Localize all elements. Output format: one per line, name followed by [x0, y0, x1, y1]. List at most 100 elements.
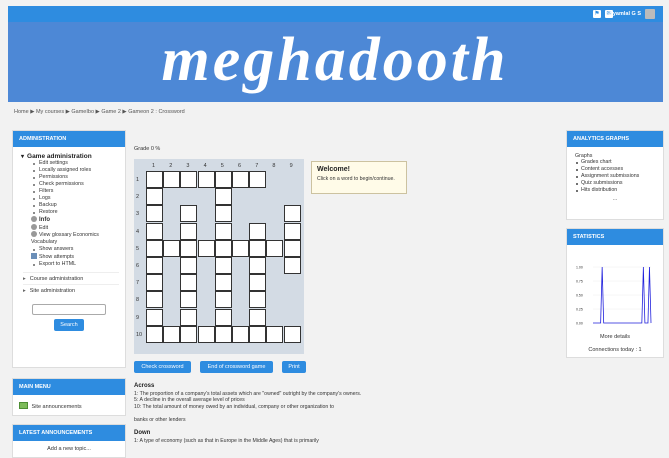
crossword-cell[interactable]	[163, 325, 181, 343]
add-topic-link[interactable]: Add a new topic...	[13, 441, 125, 452]
crossword-cell[interactable]	[249, 325, 267, 343]
crossword-cell[interactable]	[163, 239, 181, 257]
check-crossword-button[interactable]: Check crossword	[134, 361, 191, 373]
crossword-cell[interactable]	[146, 222, 163, 240]
crossword-cell[interactable]	[146, 171, 163, 188]
crossword-cell[interactable]	[249, 257, 267, 274]
breadcrumb-section[interactable]: Game 2	[101, 109, 121, 115]
site-administration-node[interactable]: Site administration	[23, 283, 119, 296]
export-html-link[interactable]: Export to HTML	[33, 261, 119, 268]
crossword-cell[interactable]	[214, 222, 232, 240]
crossword-cell[interactable]	[146, 308, 163, 326]
admin-item-check-permissions[interactable]: Check permissions	[33, 181, 119, 188]
show-attempts-link[interactable]: Show attempts	[31, 253, 119, 261]
crossword-cell[interactable]	[232, 239, 249, 257]
analytics-link-quiz[interactable]: Quiz submissions	[575, 180, 655, 187]
analytics-more[interactable]: ...	[575, 196, 655, 202]
crossword-cell[interactable]	[146, 325, 163, 343]
avatar[interactable]	[645, 9, 655, 19]
view-glossary-link[interactable]: View glossary Economics Vocabulary	[31, 231, 119, 246]
show-answers-link[interactable]: Show answers	[33, 246, 119, 253]
crossword-cell[interactable]	[232, 171, 249, 188]
crossword-cell[interactable]	[214, 325, 232, 343]
crossword-cell[interactable]	[283, 239, 301, 257]
admin-item-local-roles[interactable]: Locally assigned roles	[33, 167, 119, 174]
crossword-cell[interactable]	[214, 171, 232, 188]
crossword-cell[interactable]	[146, 239, 163, 257]
crossword-cell[interactable]	[180, 257, 198, 274]
breadcrumb-separator: ▶	[95, 109, 100, 115]
crossword-cell[interactable]	[197, 239, 215, 257]
crossword-cell[interactable]	[214, 188, 232, 206]
course-administration-node[interactable]: Course administration	[23, 271, 119, 284]
crossword-cell[interactable]	[197, 325, 215, 343]
crossword-cell[interactable]	[214, 291, 232, 309]
crossword-cell[interactable]	[146, 291, 163, 309]
column-number: 5	[220, 163, 224, 169]
across-heading: Across	[134, 383, 155, 389]
across-clue: 5: A decline in the overall average leve…	[134, 397, 245, 404]
admin-search-input[interactable]	[32, 303, 106, 315]
crossword-cell[interactable]	[214, 239, 232, 257]
analytics-link-grades[interactable]: Grades chart	[575, 159, 655, 166]
crossword-cell[interactable]	[180, 325, 198, 343]
column-number: 3	[186, 163, 190, 169]
crossword-cell[interactable]	[180, 291, 198, 309]
admin-item-permissions[interactable]: Permissions	[33, 174, 119, 181]
crossword-cell[interactable]	[249, 308, 267, 326]
crossword-cell[interactable]	[180, 274, 198, 292]
crossword-cell[interactable]	[180, 239, 198, 257]
analytics-link-hits[interactable]: Hits distribution	[575, 187, 655, 194]
crossword-cell[interactable]	[266, 325, 284, 343]
crossword-cell[interactable]	[232, 325, 249, 343]
admin-item-logs[interactable]: Logs	[33, 195, 119, 202]
breadcrumb-home[interactable]: Home	[14, 109, 29, 115]
crossword-cell[interactable]	[249, 171, 267, 188]
notifications-icon[interactable]: ⚑	[593, 10, 601, 18]
crossword-cell[interactable]	[214, 274, 232, 292]
crossword-cell[interactable]	[146, 257, 163, 274]
analytics-link-assignments[interactable]: Assignment submissions	[575, 173, 655, 180]
crossword-cell[interactable]	[180, 205, 198, 223]
crossword-cell[interactable]	[180, 222, 198, 240]
crossword-cell[interactable]	[180, 171, 198, 188]
print-button[interactable]: Print	[282, 361, 306, 373]
breadcrumb-my-courses[interactable]: My courses	[36, 109, 64, 115]
crossword-cell[interactable]	[266, 239, 284, 257]
crossword-cell[interactable]	[146, 205, 163, 223]
row-number: 5	[136, 245, 140, 252]
admin-search-button[interactable]: Search	[54, 318, 84, 331]
crossword-cell[interactable]	[214, 308, 232, 326]
user-menu-name[interactable]: Syamlal G S	[609, 11, 641, 17]
breadcrumb-course[interactable]: GameIbo	[71, 109, 94, 115]
gear-icon	[31, 231, 37, 237]
end-game-button[interactable]: End of crossword game	[200, 361, 273, 373]
site-banner: meghadooth	[8, 22, 663, 102]
info-link[interactable]: Info	[31, 216, 119, 224]
site-logo[interactable]: meghadooth	[8, 22, 663, 102]
crossword-cell[interactable]	[283, 257, 301, 274]
crossword-cell[interactable]	[163, 171, 181, 188]
game-administration-node[interactable]: Game administration	[21, 153, 119, 160]
crossword-cell[interactable]	[197, 171, 215, 188]
admin-item-restore[interactable]: Restore	[33, 209, 119, 216]
analytics-link-content[interactable]: Content accesses	[575, 166, 655, 173]
crossword-cell[interactable]	[249, 222, 267, 240]
crossword-cell[interactable]	[214, 205, 232, 223]
admin-item-edit-settings[interactable]: Edit settings	[33, 160, 119, 167]
crossword-cell[interactable]	[180, 308, 198, 326]
admin-item-backup[interactable]: Backup	[33, 202, 119, 209]
crossword-cell[interactable]	[283, 222, 301, 240]
crossword-cell[interactable]	[283, 325, 301, 343]
crossword-cell[interactable]	[283, 205, 301, 223]
crossword-cell[interactable]	[214, 257, 232, 274]
more-details-link[interactable]: More details	[567, 334, 663, 340]
crossword-cell[interactable]	[146, 188, 163, 206]
admin-item-filters[interactable]: Filters	[33, 188, 119, 195]
crossword-cell[interactable]	[249, 274, 267, 292]
crossword-cell[interactable]	[146, 274, 163, 292]
crossword-cell[interactable]	[249, 239, 267, 257]
site-announcements-link[interactable]: Site announcements	[13, 395, 125, 417]
edit-link[interactable]: Edit	[31, 223, 119, 232]
crossword-cell[interactable]	[249, 291, 267, 309]
